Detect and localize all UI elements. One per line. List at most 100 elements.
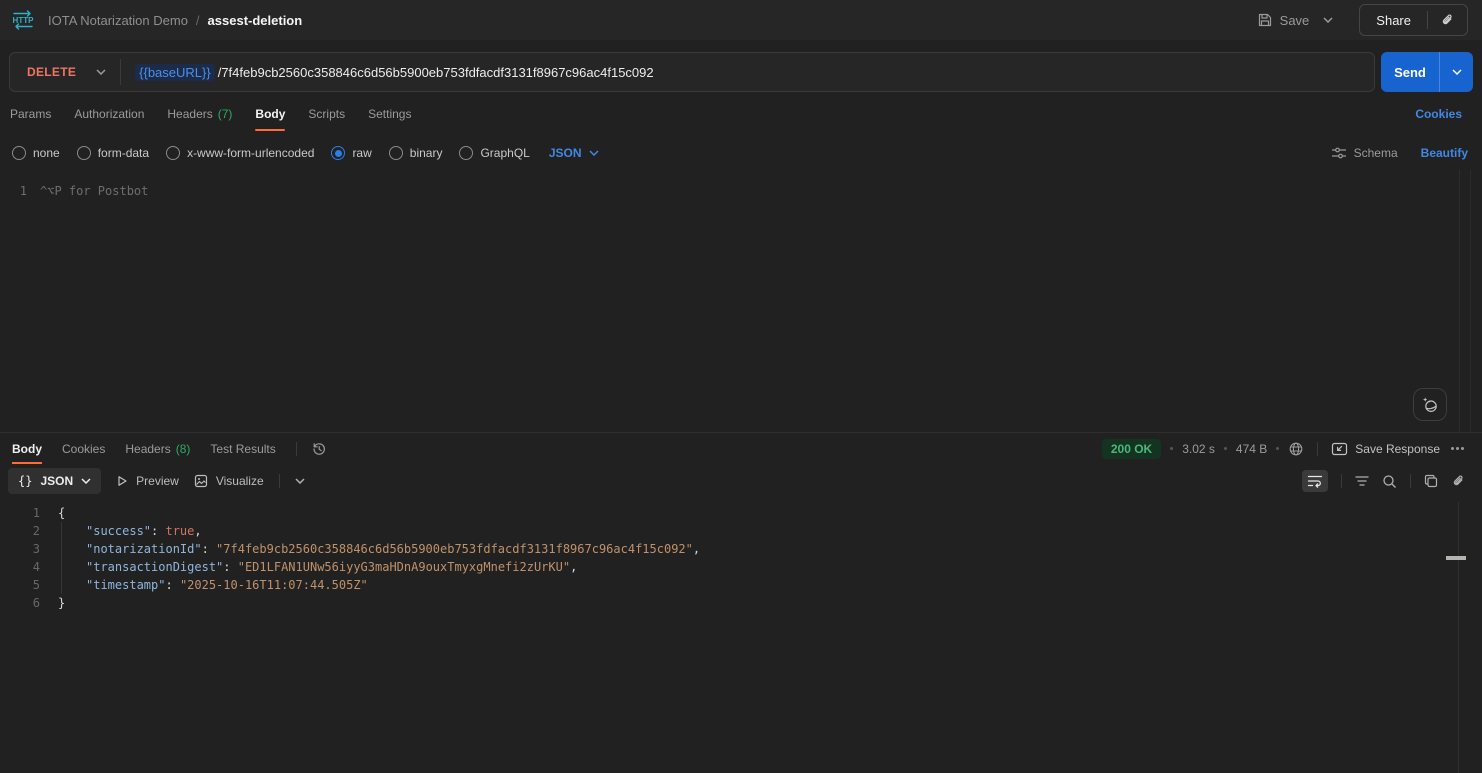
body-mode-x-www-form-urlencoded-label: x-www-form-urlencoded [187,146,314,160]
method-selector[interactable]: DELETE [10,65,120,79]
chevron-down-icon [295,478,305,484]
breadcrumb-request-name[interactable]: assest-deletion [208,13,303,28]
response-size[interactable]: 474 B [1236,442,1267,456]
globe-icon [1288,441,1304,457]
editor-line-number: 1 [0,182,40,200]
share-button[interactable]: Share [1360,13,1427,28]
schema-button[interactable]: Schema [1331,146,1398,160]
postbot-shortcut-placeholder: ^⌥P for Postbot [40,182,148,200]
radio-icon [77,146,91,160]
chevron-down-icon [1323,17,1333,23]
icons-divider [1410,474,1411,488]
json-key-timestamp: "timestamp" [86,578,165,592]
method-url-divider [120,59,121,85]
save-button-label: Save [1280,13,1310,28]
tab-authorization[interactable]: Authorization [74,92,144,136]
line-number: 6 [0,594,52,612]
postbot-button[interactable] [1413,388,1447,421]
send-button-group: Send [1381,52,1473,92]
response-tab-headers[interactable]: Headers (8) [125,433,190,464]
editor-scrollbar[interactable] [1459,170,1471,432]
status-badge[interactable]: 200 OK [1102,439,1161,459]
tab-headers-label: Headers [167,107,212,121]
copy-link-button[interactable] [1428,13,1467,28]
save-response-icon [1331,442,1348,456]
body-mode-graphql[interactable]: GraphQL [459,146,529,160]
chevron-down-icon [589,150,599,156]
tab-params[interactable]: Params [10,92,51,136]
tab-settings[interactable]: Settings [368,92,411,136]
more-actions-button[interactable] [1449,445,1466,452]
body-mode-x-www-form-urlencoded[interactable]: x-www-form-urlencoded [166,146,314,160]
response-tab-test-results[interactable]: Test Results [210,433,275,464]
separator-dot [1276,447,1279,450]
base-url-variable-chip[interactable]: {{baseURL}} [135,64,215,81]
paperclip-icon [1451,474,1466,489]
json-close-brace: } [58,596,65,610]
code-line: 6 } [0,594,1482,612]
body-mode-form-data-label: form-data [98,146,149,160]
save-button[interactable]: Save [1257,12,1310,28]
body-mode-none[interactable]: none [12,146,60,160]
response-tab-body[interactable]: Body [12,433,42,464]
response-tabs-divider [296,442,297,456]
send-options-chevron[interactable] [1439,52,1473,92]
response-body-viewer[interactable]: 1 { 2 "success": true, 3 "notarizationId… [0,498,1482,773]
search-button[interactable] [1382,474,1397,489]
line-number: 5 [0,576,52,594]
wrap-text-icon [1307,474,1323,488]
url-input[interactable]: {{baseURL}} /7f4feb9cb2560c358846c6d56b5… [135,64,653,81]
response-scrollbar-thumb[interactable] [1446,556,1466,560]
preview-button[interactable]: Preview [116,474,179,488]
network-info-button[interactable] [1288,441,1304,457]
json-value-transaction-digest: "ED1LFAN1UNw56iyyG3maHDnA9ouxTmyxgMnefi2… [238,560,570,574]
braces-icon: {} [18,474,32,488]
share-button-group: Share [1359,4,1468,36]
code-line: 4 "transactionDigest": "ED1LFAN1UNw56iyy… [0,558,1482,576]
radio-icon [166,146,180,160]
wrap-text-button[interactable] [1302,470,1328,492]
json-open-brace: { [58,506,65,520]
copy-link-button[interactable] [1451,474,1466,489]
filter-button[interactable] [1355,475,1369,487]
indent-guide [61,522,62,594]
response-scrollbar-track [1458,502,1459,773]
save-options-chevron[interactable] [1317,13,1339,27]
beautify-button[interactable]: Beautify [1421,146,1468,160]
code-line: 1 { [0,504,1482,522]
response-headers-count-badge: (8) [176,442,191,456]
tab-headers[interactable]: Headers (7) [167,92,232,136]
response-tab-cookies[interactable]: Cookies [62,433,105,464]
radio-icon [389,146,403,160]
request-url-row: DELETE {{baseURL}} /7f4feb9cb2560c358846… [0,40,1482,92]
visualize-button[interactable]: Visualize [194,474,264,488]
copy-button[interactable] [1424,474,1438,488]
breadcrumb-collection[interactable]: IOTA Notarization Demo [48,13,188,28]
request-body-editor[interactable]: 1 ^⌥P for Postbot [0,170,1482,432]
tab-body[interactable]: Body [255,92,285,136]
cookies-link[interactable]: Cookies [1415,107,1462,121]
body-mode-row: none form-data x-www-form-urlencoded raw… [0,136,1482,170]
headers-count-badge: (7) [218,107,233,121]
json-key-notarization-id: "notarizationId" [86,542,202,556]
body-mode-form-data[interactable]: form-data [77,146,149,160]
body-mode-none-label: none [33,146,60,160]
tab-scripts[interactable]: Scripts [308,92,345,136]
json-value-notarization-id: "7f4feb9cb2560c358846c6d56b5900eb753fdfa… [216,542,693,556]
response-tabs: Body Cookies Headers (8) Test Results 20… [0,433,1482,464]
response-format-select[interactable]: {} JSON [8,468,101,494]
response-time[interactable]: 3.02 s [1182,442,1215,456]
response-tab-headers-label: Headers [125,442,170,456]
view-options-chevron[interactable] [295,478,305,484]
save-response-button[interactable]: Save Response [1331,442,1440,456]
body-mode-binary[interactable]: binary [389,146,443,160]
json-value-success: true [165,524,194,538]
response-history-button[interactable] [311,441,327,457]
raw-language-select[interactable]: JSON [549,146,599,160]
breadcrumb: HTTP IOTA Notarization Demo / assest-del… [10,9,302,31]
separator-dot [1170,447,1173,450]
radio-selected-icon [331,146,345,160]
chevron-down-icon [81,478,91,484]
send-button[interactable]: Send [1381,52,1439,92]
body-mode-raw[interactable]: raw [331,146,371,160]
